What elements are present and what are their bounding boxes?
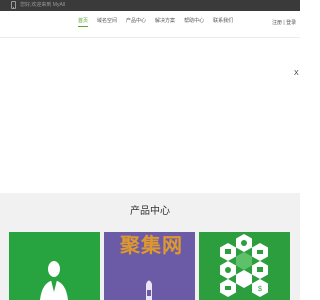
product-card-3[interactable]: $ [199, 232, 290, 300]
nav-item-solutions[interactable]: 解决方案 [155, 18, 175, 27]
register-link[interactable]: 注册 [272, 20, 282, 26]
svg-text:$: $ [258, 286, 262, 293]
main-nav: 首页 域名空间 产品中心 解决方案 帮助中心 联系我们 [78, 18, 233, 27]
section-title: 产品中心 [130, 206, 170, 217]
nav-item-domain-hosting[interactable]: 域名空间 [97, 18, 117, 27]
user-icon [40, 261, 68, 300]
top-bar: 您好,欢迎来到 MyAll [0, 0, 300, 11]
nav-item-products[interactable]: 产品中心 [126, 18, 146, 27]
nav-item-home[interactable]: 首页 [78, 18, 89, 27]
nav-item-help[interactable]: 帮助中心 [184, 18, 204, 27]
product-card-1[interactable] [9, 232, 100, 300]
watermark-text: 聚集网 [120, 235, 183, 257]
auth-links: 注册 | 登录 [272, 20, 296, 27]
nav-item-contact[interactable]: 联系我们 [213, 18, 233, 27]
phone-icon [11, 1, 16, 9]
welcome-text: 您好,欢迎来到 MyAll [20, 2, 66, 8]
auth-separator: | [283, 20, 285, 26]
login-link[interactable]: 登录 [286, 20, 296, 26]
header: 首页 域名空间 产品中心 解决方案 帮助中心 联系我们 注册 | 登录 [0, 11, 300, 38]
close-icon[interactable]: X [294, 70, 299, 78]
hexagon-services-icon: $ [220, 234, 268, 297]
